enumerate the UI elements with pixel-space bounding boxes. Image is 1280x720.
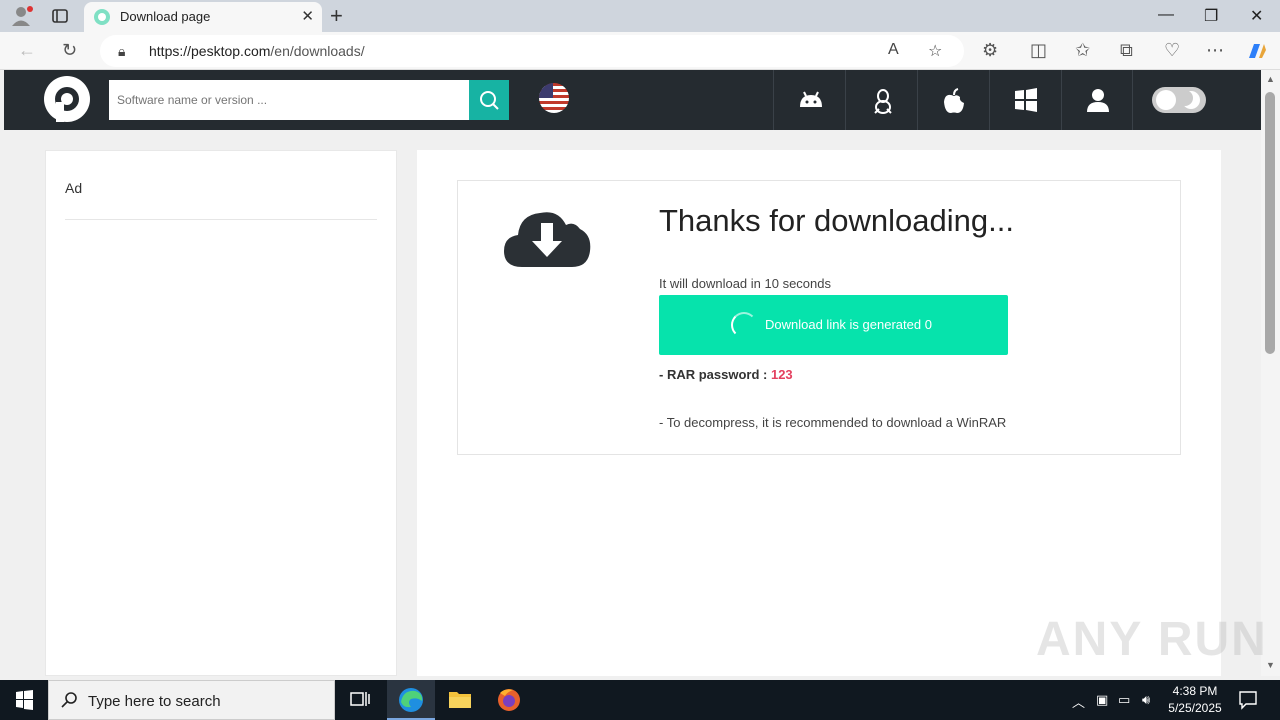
- site-header: [4, 70, 1261, 130]
- task-view-button[interactable]: [336, 680, 384, 720]
- copilot-icon[interactable]: [1245, 40, 1269, 62]
- search-icon: [480, 91, 499, 110]
- toggle-knob: [1156, 90, 1176, 110]
- tray-device-icon[interactable]: ▣: [1096, 692, 1108, 708]
- countdown-text: It will download in 10 seconds: [659, 276, 831, 291]
- main-content: Thanks for downloading... It will downlo…: [417, 150, 1221, 676]
- url-field[interactable]: 🔒︎ https://pesktop.com/en/downloads/ A ☆: [100, 35, 964, 67]
- rar-password-value: 123: [770, 367, 793, 382]
- nav-apple[interactable]: [917, 70, 989, 130]
- edge-icon: [399, 688, 423, 712]
- taskbar-file-explorer[interactable]: [436, 680, 484, 720]
- nav-android[interactable]: [773, 70, 845, 130]
- site-logo[interactable]: [44, 76, 90, 122]
- refresh-icon[interactable]: ↻: [62, 40, 77, 61]
- language-flag-us-icon[interactable]: [539, 83, 569, 113]
- taskbar-search-icon: [61, 692, 77, 708]
- folder-icon: [449, 692, 471, 708]
- url-text: https://pesktop.com/en/downloads/: [149, 43, 365, 59]
- download-button-label: Download link is generated 0: [765, 317, 932, 332]
- sidebar-divider: [65, 219, 377, 220]
- nav-linux[interactable]: [845, 70, 917, 130]
- taskbar-edge[interactable]: [387, 680, 435, 720]
- start-button[interactable]: [0, 680, 48, 720]
- sidebar: Ad: [45, 150, 397, 676]
- download-card: Thanks for downloading... It will downlo…: [457, 180, 1181, 455]
- restore-icon[interactable]: ❐: [1204, 6, 1218, 26]
- extensions-icon[interactable]: ⚙: [982, 40, 998, 61]
- tab-actions-icon[interactable]: [50, 6, 70, 26]
- favorites-icon[interactable]: ✩: [1075, 40, 1090, 61]
- anyrun-watermark: ANY RUN: [1036, 613, 1268, 666]
- tab-download-page[interactable]: Download page ✕: [84, 2, 322, 32]
- site-favicon-icon: [94, 9, 110, 25]
- windows-start-icon: [16, 690, 33, 710]
- software-search-input[interactable]: [109, 80, 469, 120]
- windows-icon: [1015, 88, 1037, 112]
- tray-chevron-icon[interactable]: ︿: [1072, 692, 1085, 711]
- read-aloud-icon[interactable]: A: [888, 41, 899, 59]
- more-options-icon[interactable]: ⋯: [1206, 40, 1224, 61]
- android-icon: [800, 91, 822, 107]
- split-screen-icon[interactable]: ◫: [1030, 40, 1047, 61]
- nav-windows[interactable]: [989, 70, 1061, 130]
- task-view-icon: [350, 692, 370, 706]
- search-button[interactable]: [469, 80, 509, 120]
- download-link-button[interactable]: Download link is generated 0: [659, 295, 1008, 355]
- clock-time: 4:38 PM: [1172, 684, 1218, 698]
- minimize-icon[interactable]: —: [1158, 6, 1174, 24]
- thanks-heading: Thanks for downloading...: [659, 203, 1014, 238]
- winrar-note: - To decompress, it is recommended to do…: [659, 415, 1007, 430]
- lock-icon[interactable]: 🔒︎: [118, 43, 125, 60]
- tab-title: Download page: [120, 9, 211, 24]
- apple-icon: [944, 88, 964, 113]
- cloud-download-icon: [504, 212, 591, 267]
- rar-password-label: - RAR password :: [659, 367, 771, 382]
- linux-icon: [874, 89, 892, 114]
- browser-tab-bar: Download page ✕ + — ❐ ✕: [0, 0, 1280, 32]
- back-icon[interactable]: ←: [18, 40, 36, 61]
- url-path: /en/downloads/: [270, 43, 365, 59]
- moon-icon: [1177, 90, 1200, 109]
- browser-essentials-icon[interactable]: ♡: [1164, 40, 1180, 61]
- rar-password-line: - RAR password : 123: [659, 367, 793, 382]
- collections-icon[interactable]: ⧉: [1120, 40, 1133, 61]
- dark-mode-toggle[interactable]: [1152, 87, 1206, 113]
- taskbar-search[interactable]: Type here to search: [48, 680, 335, 720]
- network-icon[interactable]: ▭: [1118, 692, 1130, 708]
- favorite-star-icon[interactable]: ☆: [928, 41, 942, 61]
- firefox-icon: [498, 689, 520, 711]
- notification-icon[interactable]: [1238, 690, 1258, 710]
- tab-close-icon[interactable]: ✕: [301, 7, 314, 25]
- address-toolbar: ← ↻ 🔒︎ https://pesktop.com/en/downloads/…: [0, 32, 1280, 70]
- window-close-icon[interactable]: ✕: [1250, 6, 1263, 26]
- clock-date: 5/25/2025: [1168, 701, 1222, 715]
- logo-stem: [56, 102, 64, 122]
- taskbar-firefox[interactable]: [485, 680, 533, 720]
- nav-user[interactable]: [1061, 70, 1133, 130]
- page-scrollbar[interactable]: ▲ ▼: [1261, 70, 1280, 676]
- windows-taskbar: Type here to search ︿ ▣ ▭ 🔊︎ 4:38 PM 5/2…: [0, 680, 1280, 720]
- ad-label: Ad: [65, 180, 83, 196]
- taskbar-search-placeholder: Type here to search: [88, 693, 221, 710]
- volume-icon[interactable]: 🔊︎: [1142, 692, 1150, 708]
- loading-spinner-icon: [731, 312, 757, 338]
- new-tab-icon[interactable]: +: [330, 3, 343, 29]
- url-host: https://pesktop.com: [149, 43, 271, 59]
- scroll-thumb[interactable]: [1265, 92, 1275, 354]
- profile-icon[interactable]: [10, 5, 34, 27]
- taskbar-clock[interactable]: 4:38 PM 5/25/2025: [1164, 683, 1226, 717]
- scroll-up-icon[interactable]: ▲: [1266, 74, 1275, 84]
- user-icon: [1087, 89, 1109, 112]
